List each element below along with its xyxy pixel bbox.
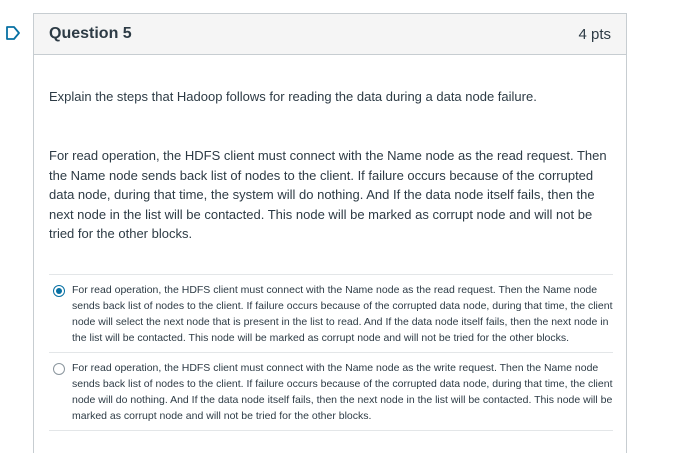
answer-label[interactable]: For read operation, the HDFS client must… (72, 282, 613, 346)
question-card: Question 5 4 pts Explain the steps that … (33, 13, 627, 453)
question-prompt: Explain the steps that Hadoop follows fo… (49, 89, 537, 104)
answer-option-1[interactable]: For read operation, the HDFS client must… (49, 273, 613, 352)
question-passage: For read operation, the HDFS client must… (49, 148, 607, 241)
radio-selected-icon[interactable] (53, 284, 65, 297)
answer-list: For read operation, the HDFS client must… (49, 273, 613, 431)
answer-label[interactable]: For read operation, the HDFS client must… (72, 360, 613, 424)
radio-unselected-icon[interactable] (53, 362, 65, 375)
bookmark-flag-icon[interactable] (5, 25, 21, 41)
question-points: 4 pts (578, 25, 611, 43)
question-header: Question 5 4 pts (34, 14, 626, 55)
question-body: Explain the steps that Hadoop follows fo… (34, 88, 626, 431)
answer-option-2[interactable]: For read operation, the HDFS client must… (49, 351, 613, 431)
question-title: Question 5 (49, 25, 132, 42)
